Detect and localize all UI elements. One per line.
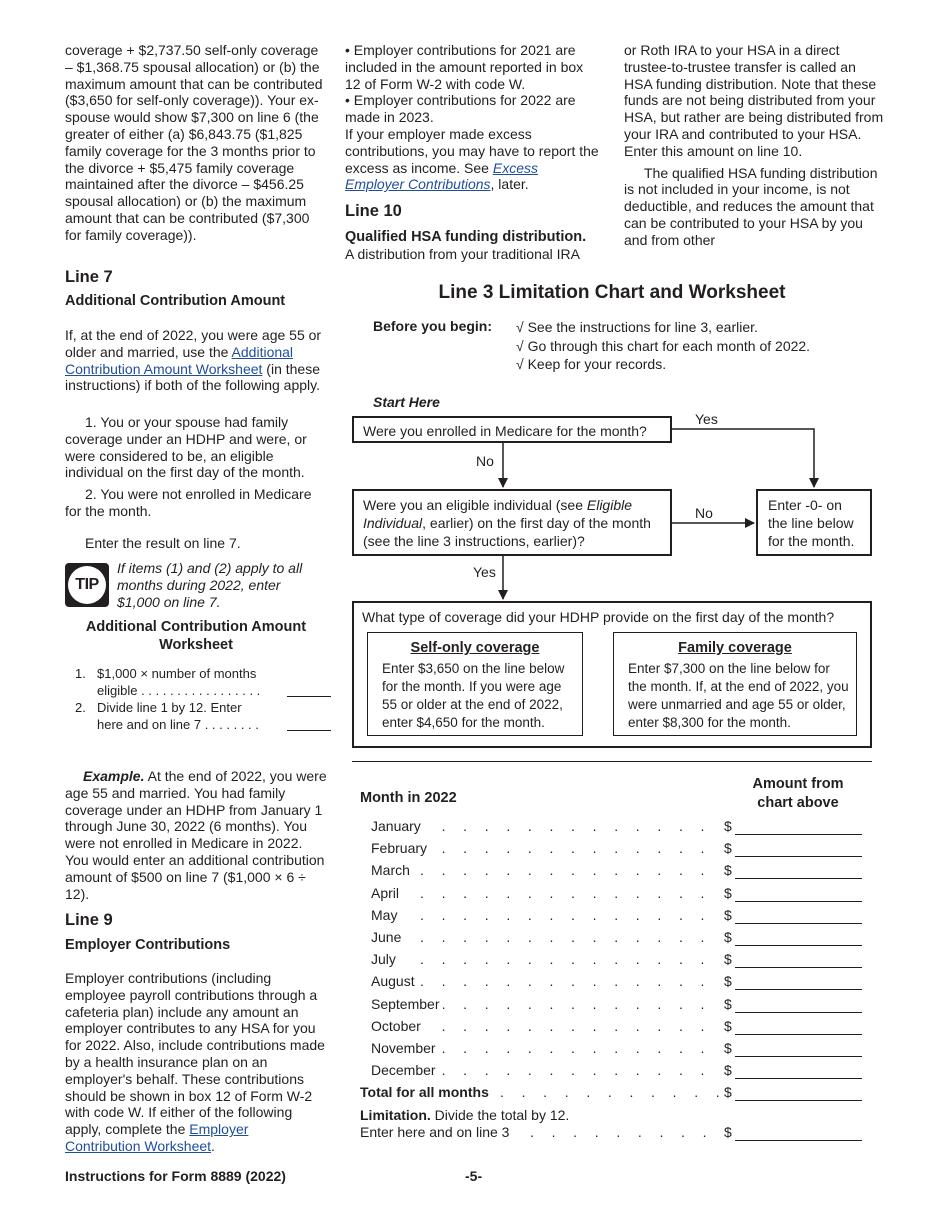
q2-yes-label: Yes [473, 564, 496, 580]
month-amount-input[interactable] [735, 878, 862, 880]
total-label: Total for all months [360, 1084, 493, 1101]
total-row: . . . . . . . . . . . . . . . . . . . . … [360, 1084, 862, 1104]
month-row: . . . . . . . . . . . . . . . . . . . . … [360, 973, 862, 993]
enter-zero-box: Enter -0- on the line below for the mont… [756, 489, 872, 556]
family-coverage-box: Family coverage Enter $7,300 on the line… [613, 632, 857, 736]
month-row: . . . . . . . . . . . . . . . . . . . . … [360, 818, 862, 838]
amount-column-header: Amount from chart above [752, 776, 844, 811]
month-label: October [371, 1017, 425, 1035]
month-row: . . . . . . . . . . . . . . . . . . . . … [360, 951, 862, 971]
limitation-text: Limitation. Divide the total by 12. [360, 1107, 570, 1123]
month-row: . . . . . . . . . . . . . . . . . . . . … [360, 862, 862, 882]
family-text: Enter $7,300 on the line below for the m… [628, 661, 849, 730]
q1-yes-connector [671, 428, 819, 488]
month-amount-input[interactable] [735, 922, 862, 924]
month-label: May [371, 906, 402, 924]
self-only-title: Self-only coverage [410, 640, 540, 656]
self-only-text: Enter $3,650 on the line below for the m… [382, 661, 565, 730]
page-number: -5- [465, 1168, 483, 1184]
month-row: . . . . . . . . . . . . . . . . . . . . … [360, 929, 862, 949]
medicare-question-box: Were you enrolled in Medicare for the mo… [352, 416, 672, 443]
family-title: Family coverage [678, 640, 792, 656]
month-label: August [371, 973, 419, 991]
month-row: . . . . . . . . . . . . . . . . . . . . … [360, 1040, 862, 1060]
limitation-label: Enter here and on line 3 [360, 1124, 514, 1141]
total-input[interactable] [735, 1100, 862, 1101]
coverage-type-box: What type of coverage did your HDHP prov… [352, 601, 872, 748]
month-label: June [371, 929, 406, 946]
month-row: . . . . . . . . . . . . . . . . . . . . … [360, 995, 862, 1016]
q1-yes-label: Yes [695, 411, 718, 427]
month-label: July [371, 951, 400, 968]
month-label: November [371, 1040, 440, 1057]
month-label: December [371, 1062, 440, 1079]
month-label: January [371, 818, 425, 835]
month-amount-input[interactable] [735, 900, 862, 902]
limitation-row: . . . . . . . . . . . . . . . . . . . . … [360, 1124, 862, 1144]
month-amount-input[interactable] [735, 856, 862, 858]
month-label: September [371, 995, 444, 1013]
month-label: March [371, 862, 414, 880]
month-amount-input[interactable] [735, 1033, 862, 1035]
month-row: . . . . . . . . . . . . . . . . . . . . … [360, 884, 862, 905]
month-amount-input[interactable] [735, 1056, 862, 1057]
month-row: . . . . . . . . . . . . . . . . . . . . … [360, 1017, 862, 1038]
limitation-input[interactable] [735, 1140, 862, 1141]
month-label: April [371, 884, 404, 902]
coverage-question: What type of coverage did your HDHP prov… [362, 609, 835, 625]
month-column-header: Month in 2022 [360, 790, 457, 806]
section-divider [352, 761, 872, 762]
q1-no-label: No [476, 453, 494, 469]
month-row: . . . . . . . . . . . . . . . . . . . . … [360, 1062, 862, 1082]
month-amount-input[interactable] [735, 989, 862, 991]
footer-form-title: Instructions for Form 8889 (2022) [65, 1168, 286, 1184]
month-row: . . . . . . . . . . . . . . . . . . . . … [360, 840, 862, 860]
month-label: February [371, 840, 432, 857]
self-only-coverage-box: Self-only coverage Enter $3,650 on the l… [367, 632, 583, 736]
month-amount-input[interactable] [735, 1078, 862, 1080]
eligible-individual-question-box: Were you an eligible individual (see Eli… [352, 489, 672, 556]
q2-no-label: No [695, 505, 713, 521]
month-amount-input[interactable] [735, 834, 862, 835]
month-amount-input[interactable] [735, 945, 862, 946]
month-amount-input[interactable] [735, 1011, 862, 1013]
month-amount-input[interactable] [735, 967, 862, 969]
month-row: . . . . . . . . . . . . . . . . . . . . … [360, 906, 862, 927]
